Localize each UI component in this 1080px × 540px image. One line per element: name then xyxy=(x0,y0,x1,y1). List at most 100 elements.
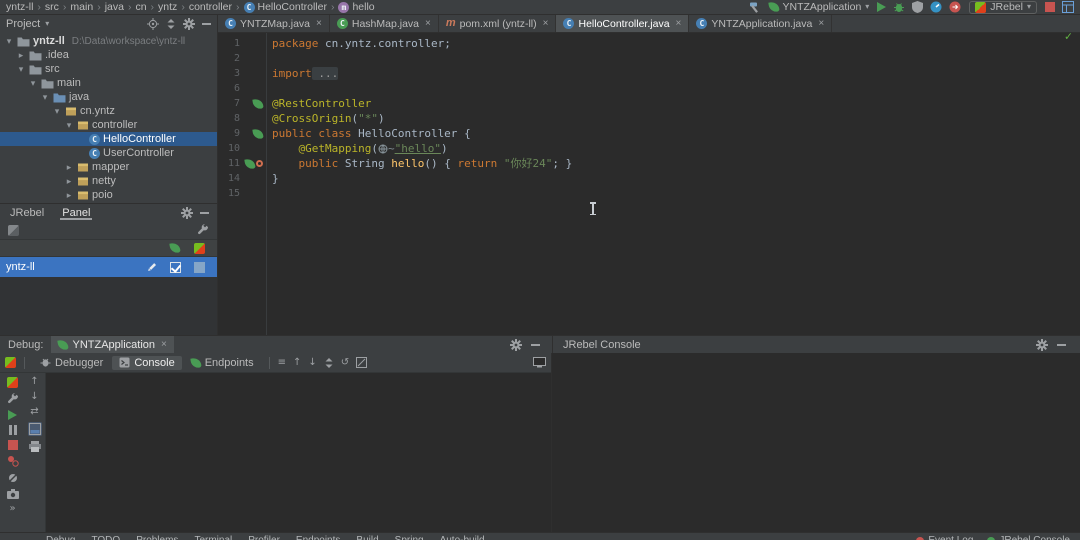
run-config-selector[interactable]: YNTZApplication ▾ xyxy=(767,1,869,13)
chevron-down-icon[interactable]: ▾ xyxy=(16,64,26,75)
scroll-to-bottom-icon[interactable]: ↓ xyxy=(308,357,316,368)
layout-icon[interactable] xyxy=(27,422,42,436)
coverage-icon[interactable] xyxy=(912,1,924,13)
settings-gear-icon[interactable] xyxy=(183,17,195,30)
code-line-15[interactable]: 15 xyxy=(218,186,1080,201)
statusbar-item-problems[interactable]: Problems xyxy=(136,534,178,540)
resume-icon[interactable] xyxy=(8,410,17,420)
tree-item-usercontroller[interactable]: C UserController xyxy=(0,146,217,160)
jrebel-reload-column-icon[interactable] xyxy=(163,242,187,254)
code-line-8[interactable]: 8 @CrossOrigin("*") xyxy=(218,111,1080,126)
statusbar-item-endpoints[interactable]: Endpoints xyxy=(296,534,340,540)
history-icon[interactable]: ↺ xyxy=(341,357,349,368)
breadcrumb-item-yntz-ll[interactable]: yntz-ll xyxy=(6,1,33,13)
collapse-all-icon[interactable] xyxy=(166,18,176,30)
more-icon[interactable]: » xyxy=(9,504,15,514)
chevron-right-icon[interactable]: ▸ xyxy=(64,176,74,187)
tree-item-poio[interactable]: ▸ poio xyxy=(0,188,217,202)
debug-bug-icon[interactable] xyxy=(893,1,905,13)
breadcrumb-item-main[interactable]: main xyxy=(70,1,93,13)
statusbar-item-event-log[interactable]: Event Log xyxy=(916,534,973,540)
code-line-14[interactable]: 14} xyxy=(218,171,1080,186)
editor-tab-yntzapplication-java[interactable]: C YNTZApplication.java × xyxy=(689,15,833,32)
chevron-down-icon[interactable]: ▾ xyxy=(4,36,14,47)
edit-pencil-icon[interactable] xyxy=(139,262,163,273)
hide-icon[interactable] xyxy=(200,211,209,214)
chevron-down-icon[interactable]: ▾ xyxy=(28,78,38,89)
wrench-icon[interactable] xyxy=(7,393,19,405)
attach-icon[interactable] xyxy=(949,1,961,13)
hide-icon[interactable] xyxy=(531,343,540,346)
settings-gear-icon[interactable] xyxy=(1036,338,1048,351)
statusbar-item-spring[interactable]: Spring xyxy=(395,534,424,540)
stop-icon[interactable] xyxy=(1045,2,1055,12)
stop-icon[interactable] xyxy=(7,440,18,450)
statusbar-item-terminal[interactable]: Terminal xyxy=(194,534,232,540)
spring-leaf-icon[interactable] xyxy=(252,127,264,140)
spring-leaf-icon[interactable] xyxy=(252,97,264,110)
code-line-2[interactable]: 2 xyxy=(218,51,1080,66)
locate-icon[interactable] xyxy=(147,17,159,30)
chevron-down-icon[interactable]: ▾ xyxy=(52,106,62,117)
pause-icon[interactable] xyxy=(8,425,18,435)
console-output-area[interactable] xyxy=(46,373,551,532)
endpoint-icon[interactable] xyxy=(256,160,263,167)
jrebel-remote-column-icon[interactable] xyxy=(187,242,211,254)
debug-tab-console[interactable]: Console xyxy=(112,355,182,370)
rerun-icon[interactable] xyxy=(5,357,16,368)
tree-item-idea[interactable]: ▸ .idea xyxy=(0,48,217,62)
debug-tab-endpoints[interactable]: Endpoints xyxy=(184,356,261,370)
editor-tab-hashmap-java[interactable]: C HashMap.java × xyxy=(330,15,439,32)
editor-tab-yntzmap-java[interactable]: C YNTZMap.java × xyxy=(218,15,330,32)
statusbar-item-todo[interactable]: TODO xyxy=(91,534,120,540)
tree-item-hellocontroller[interactable]: C HelloController xyxy=(0,132,217,146)
settings-gear-icon[interactable] xyxy=(181,206,193,219)
debug-tab-debugger[interactable]: Debugger xyxy=(33,356,110,370)
swap-icon[interactable]: ⇄ xyxy=(30,407,38,417)
tree-item-controller[interactable]: ▾ controller xyxy=(0,118,217,132)
editor-tab-hellocontroller-java[interactable]: C HelloController.java × xyxy=(556,15,690,32)
hide-icon[interactable] xyxy=(202,22,211,25)
tab-jrebel[interactable]: JRebel xyxy=(8,206,46,220)
settings-gear-icon[interactable] xyxy=(510,338,522,351)
code-line-6[interactable]: 6 xyxy=(218,81,1080,96)
breadcrumb-item-controller[interactable]: controller xyxy=(189,1,232,13)
tree-item-src[interactable]: ▾ src xyxy=(0,62,217,76)
tree-item-netty[interactable]: ▸ netty xyxy=(0,174,217,188)
code-line-7[interactable]: 7 @RestController xyxy=(218,96,1080,111)
chevron-right-icon[interactable]: ▸ xyxy=(64,162,74,173)
collapse-chevrons-icon[interactable] xyxy=(324,357,334,369)
breadcrumb-item-hellocontroller[interactable]: C HelloController xyxy=(243,1,327,13)
jrebel-gray-icon[interactable] xyxy=(8,224,19,236)
rerun-icon[interactable] xyxy=(7,377,18,388)
code-line-10[interactable]: 10 @GetMapping(~"hello") xyxy=(218,141,1080,156)
view-breakpoints-icon[interactable] xyxy=(7,455,19,467)
wrench-icon[interactable] xyxy=(197,224,209,236)
jrebel-console-area[interactable] xyxy=(552,353,1080,532)
tree-item-java[interactable]: ▾ java xyxy=(0,90,217,104)
hide-icon[interactable] xyxy=(1057,343,1066,346)
code-line-9[interactable]: 9 public class HelloController { xyxy=(218,126,1080,141)
mute-breakpoints-icon[interactable] xyxy=(7,472,19,484)
jrebel-remote-checkbox[interactable] xyxy=(193,261,205,273)
tree-item-yntz-ll[interactable]: ▾ yntz-ll D:\Data\workspace\yntz-ll xyxy=(0,34,217,48)
jrebel-module-row[interactable]: yntz-ll xyxy=(0,257,217,277)
chevron-right-icon[interactable]: ▸ xyxy=(64,190,74,201)
statusbar-item-debug[interactable]: Debug xyxy=(46,534,75,540)
jrebel-console-title[interactable]: JRebel Console xyxy=(563,339,641,351)
chevron-down-icon[interactable]: ▾ xyxy=(64,120,74,131)
scroll-to-top-icon[interactable]: ↑ xyxy=(293,357,301,368)
code-line-1[interactable]: 1 package cn.yntz.controller; xyxy=(218,36,1080,51)
window-layout-icon[interactable] xyxy=(1062,1,1074,13)
code-line-11[interactable]: 11 public String hello() { return "你好24"… xyxy=(218,156,1080,171)
statusbar-item-auto-build[interactable]: Auto-build xyxy=(440,534,485,540)
editor[interactable]: 1 package cn.yntz.controller; 2 3 import ...… xyxy=(218,33,1080,335)
statusbar-item-profiler[interactable]: Profiler xyxy=(248,534,280,540)
tab-panel[interactable]: Panel xyxy=(60,206,92,220)
breadcrumb-item-yntz[interactable]: yntz xyxy=(158,1,177,13)
editor-tab-pom-xml-yntz-ll[interactable]: m pom.xml (yntz-ll) × xyxy=(439,15,557,32)
tree-item-cn-yntz[interactable]: ▾ cn.yntz xyxy=(0,104,217,118)
build-hammer-icon[interactable] xyxy=(749,1,761,13)
spring-leaf-icon[interactable] xyxy=(244,157,256,170)
run-icon[interactable] xyxy=(877,2,887,12)
